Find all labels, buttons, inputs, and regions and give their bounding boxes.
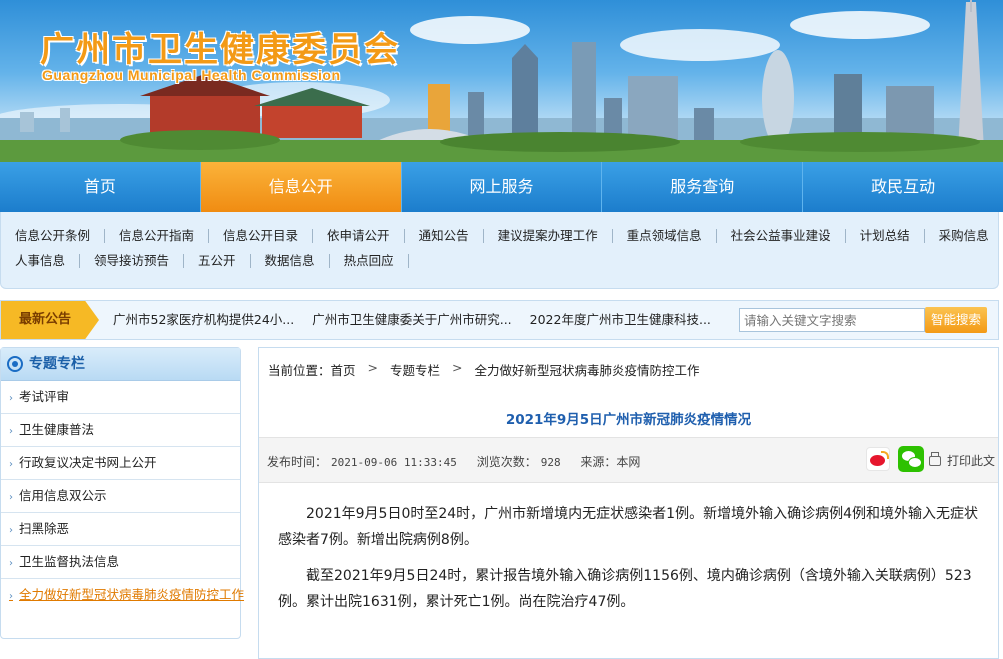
nav-home[interactable]: 首页 [0,162,201,212]
sidebar-title: 专题专栏 [29,356,85,372]
chevron-right-icon: › [9,459,13,470]
views-label: 浏览次数： [476,455,537,469]
sub-nav-item[interactable]: 信息公开目录 [209,229,314,243]
sidebar-item-health-supervision[interactable]: › 卫生监督执法信息 [1,546,240,579]
sidebar-item-health-law[interactable]: › 卫生健康普法 [1,414,240,447]
views-count: 928 [540,456,561,469]
notice-bar: 最新公告 广州市52家医疗机构提供24小... 广州市卫生健康委关于广州市研究.… [0,300,999,340]
sidebar-header: 专题专栏 [1,348,240,381]
sub-nav-row-1: 信息公开条例 信息公开指南 信息公开目录 依申请公开 通知公告 建议提案办理工作… [1,229,1003,243]
breadcrumb: 当前位置： 首页 > 专题专栏 > 全力做好新型冠状病毒肺炎疫情防控工作 [268,360,700,379]
notice-item[interactable]: 广州市卫生健康委关于广州市研究... [312,301,511,339]
sub-nav-item[interactable]: 通知公告 [405,229,484,243]
notice-list: 广州市52家医疗机构提供24小... 广州市卫生健康委关于广州市研究... 20… [113,301,729,339]
sidebar-item-anti-crime[interactable]: › 扫黑除恶 [1,513,240,546]
article-body: 2021年9月5日0时至24时，广州市新增境内无症状感染者1例。新增境外输入确诊… [278,501,978,625]
article-meta: 发布时间： 2021-09-06 11:33:45 浏览次数： 928 来源：本网 [267,453,640,470]
chevron-right-icon: › [9,426,13,437]
weibo-share-icon[interactable] [866,447,890,471]
sub-nav-row-2: 人事信息 领导接访预告 五公开 数据信息 热点回应 [1,254,409,268]
publish-label: 发布时间： [267,455,328,469]
article-meta-bar: 发布时间： 2021-09-06 11:33:45 浏览次数： 928 来源：本网 … [259,437,998,483]
sidebar-item-label: 卫生监督执法信息 [19,554,120,569]
breadcrumb-topics[interactable]: 专题专栏 [390,360,440,379]
breadcrumb-home[interactable]: 首页 [331,360,356,379]
nav-info-disclosure[interactable]: 信息公开 [200,162,402,212]
sub-nav-item[interactable]: 五公开 [184,254,251,268]
article-paragraph: 截至2021年9月5日24时，累计报告境外输入确诊病例1156例、境内确诊病例（… [278,568,972,610]
nav-service-query[interactable]: 服务查询 [602,162,804,212]
notice-label: 最新公告 [1,301,99,339]
sidebar-item-label: 全力做好新型冠状病毒肺炎疫情防控工作 [19,587,245,602]
sub-nav-item[interactable]: 领导接访预告 [80,254,185,268]
source-label: 来源： [580,455,617,469]
print-button[interactable]: 打印此文 [929,451,996,469]
sub-nav-item[interactable]: 采购信息 [925,229,1003,243]
sidebar-item-label: 信用信息双公示 [19,488,107,503]
publish-time: 2021-09-06 11:33:45 [331,456,457,469]
sidebar-item-label: 扫黑除恶 [19,521,70,536]
sidebar-item-credit-info[interactable]: › 信用信息双公示 [1,480,240,513]
chevron-right-icon: › [9,525,13,536]
breadcrumb-prefix: 当前位置： [268,363,331,378]
sub-nav-item[interactable]: 信息公开条例 [1,229,106,243]
sub-nav-item[interactable]: 社会公益事业建设 [717,229,846,243]
notice-item[interactable]: 广州市52家医疗机构提供24小... [113,301,294,339]
site-logo-cn[interactable]: 广州市卫生健康委员会 [40,22,400,71]
sub-nav-item[interactable]: 信息公开指南 [105,229,210,243]
main-nav: 首页 信息公开 网上服务 服务查询 政民互动 [0,162,1003,212]
chevron-right-icon: › [9,393,13,404]
sidebar: 专题专栏 › 考试评审 › 卫生健康普法 › 行政复议决定书网上公开 › 信用信息双公示… [0,347,244,639]
source-value: 本网 [616,455,641,469]
search-input[interactable] [739,308,925,332]
sub-nav-item[interactable]: 依申请公开 [313,229,405,243]
nav-online-service[interactable]: 网上服务 [402,162,603,212]
chevron-right-icon: › [9,591,13,602]
sub-nav-item[interactable]: 建议提案办理工作 [484,229,613,243]
sub-nav-item[interactable]: 热点回应 [330,254,409,268]
breadcrumb-current[interactable]: 全力做好新型冠状病毒肺炎疫情防控工作 [475,360,700,379]
search-button[interactable]: 智能搜索 [925,307,987,333]
site-logo-en: Guangzhou Municipal Health Commission [42,67,341,83]
sidebar-item-label: 行政复议决定书网上公开 [19,455,157,470]
notice-item[interactable]: 2022年度广州市卫生健康科技... [530,301,711,339]
sub-nav-item[interactable]: 数据信息 [251,254,330,268]
sub-nav-item[interactable]: 计划总结 [846,229,925,243]
wechat-share-icon[interactable] [898,446,924,472]
nav-public-interaction[interactable]: 政民互动 [803,162,1003,212]
chevron-right-icon: › [9,492,13,503]
chevron-right-icon: > [452,360,463,375]
header-banner: 广州市卫生健康委员会 Guangzhou Municipal Health Co… [0,0,1003,162]
sub-nav-item[interactable]: 人事信息 [1,254,81,268]
sidebar-item-exam-review[interactable]: › 考试评审 [1,381,240,414]
sub-nav-item[interactable]: 重点领域信息 [613,229,717,243]
article-title: 2021年9月5日广州市新冠肺炎疫情情况 [505,412,752,428]
printer-icon [929,451,941,466]
sidebar-item-admin-review[interactable]: › 行政复议决定书网上公开 [1,447,240,480]
sidebar-item-label: 考试评审 [19,389,70,404]
print-label: 打印此文 [947,454,996,468]
chevron-right-icon: › [9,558,13,569]
sidebar-item-covid-prevention[interactable]: › 全力做好新型冠状病毒肺炎疫情防控工作 [1,579,244,611]
target-icon [7,356,23,372]
sub-nav: 信息公开条例 信息公开指南 信息公开目录 依申请公开 通知公告 建议提案办理工作… [0,212,999,289]
article-paragraph: 2021年9月5日0时至24时，广州市新增境内无症状感染者1例。新增境外输入确诊… [278,506,978,548]
article-panel: 当前位置： 首页 > 专题专栏 > 全力做好新型冠状病毒肺炎疫情防控工作 202… [258,347,999,659]
chevron-right-icon: > [367,360,379,375]
sidebar-item-label: 卫生健康普法 [19,422,95,437]
